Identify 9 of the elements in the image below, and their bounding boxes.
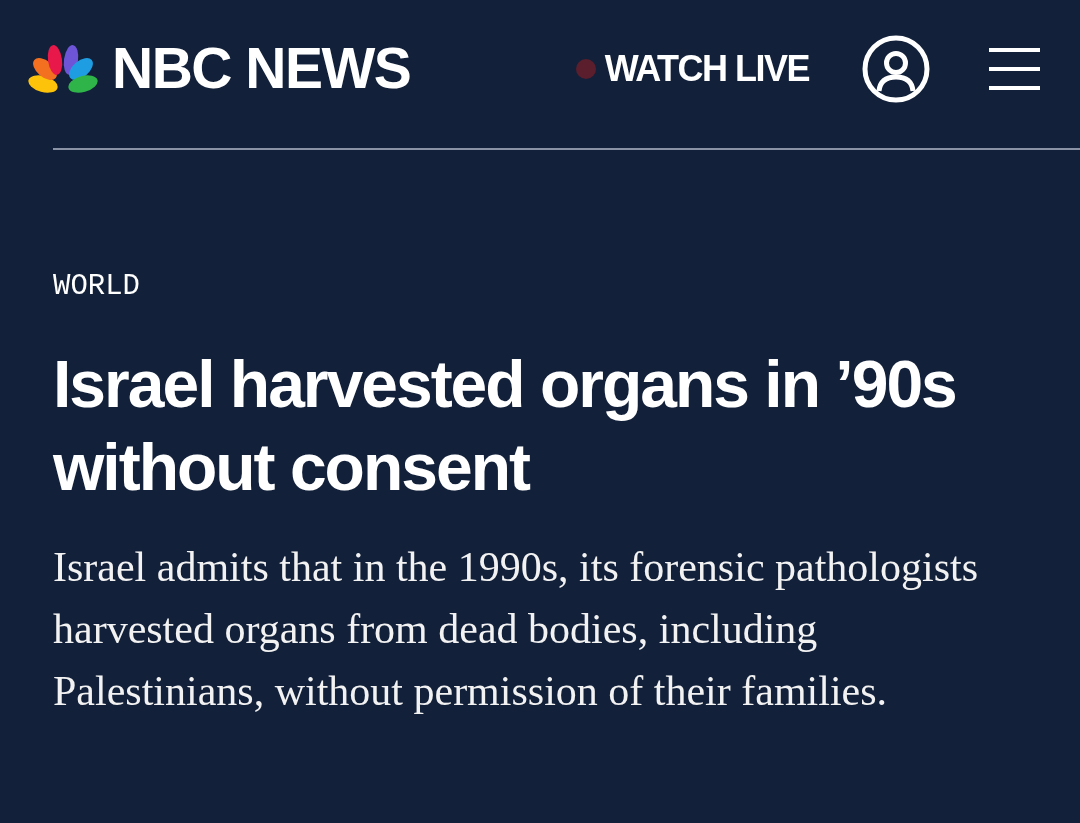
watch-live-link[interactable]: WATCH LIVE (575, 50, 809, 87)
peacock-logo-icon[interactable] (27, 43, 99, 94)
live-dot-icon (575, 58, 596, 79)
account-icon[interactable] (862, 34, 930, 103)
section-link[interactable]: WORLD (53, 269, 140, 304)
brand-wordmark[interactable]: NBC NEWS (112, 40, 411, 97)
article-summary: Israel admits that in the 1990s, its forensic pathologists harvested organs from dead bodies, including Palestinians, without permission of their families. (53, 543, 980, 716)
menu-icon[interactable] (989, 47, 1040, 90)
headline: Israel harvested organs in ’90s without consent (53, 346, 957, 506)
